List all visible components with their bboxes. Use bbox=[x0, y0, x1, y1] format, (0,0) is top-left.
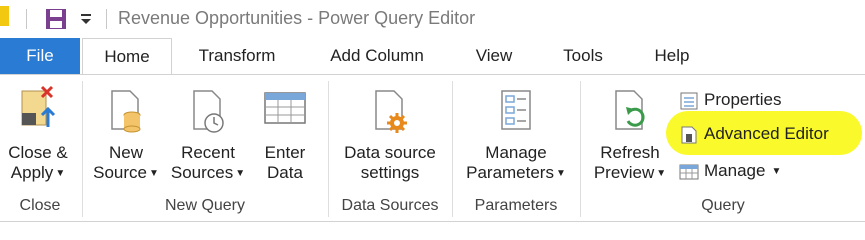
manage-parameters-label-1: Manage bbox=[485, 143, 547, 162]
ribbon: Close & Apply ▼ Close New Source ▼ Recent … bbox=[0, 74, 865, 222]
data-source-settings-icon bbox=[375, 90, 407, 133]
properties-button[interactable]: Properties bbox=[678, 87, 781, 113]
new-source-button[interactable]: New Source ▼ bbox=[90, 83, 162, 184]
properties-label: Properties bbox=[704, 90, 782, 109]
group-close: Close & Apply ▼ Close bbox=[0, 75, 80, 221]
group-divider bbox=[82, 81, 83, 217]
refresh-preview-button[interactable]: Refresh Preview ▼ bbox=[590, 83, 670, 184]
chevron-down-icon[interactable]: ▼ bbox=[771, 166, 781, 177]
close-apply-icon bbox=[21, 85, 56, 127]
new-source-label-2: Source bbox=[93, 163, 147, 182]
properties-icon bbox=[680, 92, 698, 110]
divider bbox=[26, 9, 27, 29]
table-icon bbox=[264, 92, 306, 124]
close-apply-label-2: Apply bbox=[10, 163, 54, 182]
window-title: Revenue Opportunities - Power Query Edit… bbox=[118, 8, 476, 28]
data-source-settings-label-2: settings bbox=[360, 163, 420, 182]
title-bar: Revenue Opportunities - Power Query Edit… bbox=[0, 0, 865, 39]
group-label-data-sources: Data Sources bbox=[341, 197, 439, 214]
chevron-down-icon[interactable]: ▼ bbox=[55, 168, 65, 179]
group-label-parameters: Parameters bbox=[474, 197, 558, 214]
tab-home[interactable]: Home bbox=[82, 38, 172, 75]
refresh-icon bbox=[615, 90, 645, 130]
group-parameters: Manage Parameters ▼ Parameters bbox=[454, 75, 578, 221]
save-icon[interactable] bbox=[45, 8, 67, 30]
parameters-icon bbox=[501, 90, 531, 130]
data-source-settings-label-1: Data source bbox=[344, 143, 436, 162]
enter-data-label-1: Enter bbox=[264, 143, 306, 162]
group-divider bbox=[328, 81, 329, 217]
tab-add-column[interactable]: Add Column bbox=[312, 38, 442, 74]
ribbon-tabs: File Home Transform Add Column View Tool… bbox=[0, 38, 865, 75]
advanced-editor-icon bbox=[681, 126, 697, 144]
manage-parameters-button[interactable]: Manage Parameters ▼ bbox=[460, 83, 572, 184]
tab-view[interactable]: View bbox=[462, 38, 526, 74]
advanced-editor-button[interactable]: Advanced Editor bbox=[678, 121, 829, 147]
tab-file[interactable]: File bbox=[0, 38, 80, 74]
manage-button[interactable]: Manage ▼ bbox=[678, 158, 781, 184]
data-source-settings-button[interactable]: Data source settings bbox=[334, 83, 446, 183]
power-bi-logo-icon bbox=[0, 6, 9, 26]
manage-parameters-label-2: Parameters bbox=[466, 163, 554, 182]
chevron-down-icon[interactable]: ▼ bbox=[149, 168, 159, 179]
group-new-query: New Source ▼ Recent Sources ▼ Enter Data N… bbox=[84, 75, 326, 221]
chevron-down-icon[interactable]: ▼ bbox=[656, 168, 666, 179]
enter-data-button[interactable]: Enter Data bbox=[254, 83, 316, 183]
group-divider bbox=[452, 81, 453, 217]
recent-sources-icon bbox=[193, 90, 224, 133]
close-apply-button[interactable]: Close & Apply ▼ bbox=[0, 83, 76, 184]
refresh-preview-label-1: Refresh bbox=[600, 143, 660, 162]
enter-data-label-2: Data bbox=[267, 163, 303, 182]
tab-tools[interactable]: Tools bbox=[548, 38, 618, 74]
customize-toolbar-icon[interactable] bbox=[78, 11, 94, 27]
new-source-label-1: New bbox=[108, 143, 143, 162]
new-source-icon bbox=[111, 90, 141, 133]
tab-transform[interactable]: Transform bbox=[182, 38, 292, 74]
close-apply-label-1: Close & bbox=[8, 143, 68, 162]
group-label-new-query: New Query bbox=[164, 197, 246, 214]
divider bbox=[106, 9, 107, 29]
group-divider bbox=[580, 81, 581, 217]
group-label-close: Close bbox=[19, 197, 61, 214]
tab-help[interactable]: Help bbox=[638, 38, 706, 74]
manage-table-icon bbox=[679, 164, 699, 180]
recent-sources-label-2: Sources bbox=[170, 163, 234, 182]
advanced-editor-label: Advanced Editor bbox=[704, 124, 829, 143]
chevron-down-icon[interactable]: ▼ bbox=[556, 168, 566, 179]
recent-sources-label-1: Recent bbox=[181, 143, 235, 162]
recent-sources-button[interactable]: Recent Sources ▼ bbox=[168, 83, 248, 184]
refresh-preview-label-2: Preview bbox=[593, 163, 655, 182]
manage-label: Manage bbox=[704, 161, 766, 180]
group-label-query: Query bbox=[701, 197, 745, 214]
chevron-down-icon[interactable]: ▼ bbox=[235, 168, 245, 179]
group-data-sources: Data source settings Data Sources bbox=[330, 75, 450, 221]
